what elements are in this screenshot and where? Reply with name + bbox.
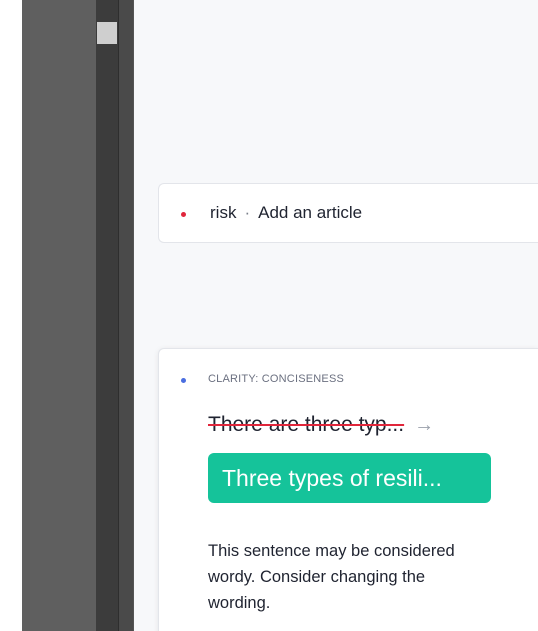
suggestion-card-collapsed[interactable]: risk · Add an article [158,183,538,243]
scrollbar-thumb[interactable] [97,22,117,44]
clarity-dot-icon [181,378,186,383]
flagged-word: risk [210,203,237,222]
panel-divider [118,0,134,631]
editor-gutter [22,0,96,631]
accept-suggestion-button[interactable]: Three types of resili... [208,453,491,503]
suggestion-category: CLARITY: CONCISENESS [208,373,345,385]
suggestions-panel: risk · Add an article CLARITY: CONCISENESS… [134,0,538,631]
scrollbar-track[interactable] [96,0,118,631]
correctness-dot-icon [181,212,186,217]
collapsed-summary: risk · Add an article [210,203,362,223]
suggestion-explanation: This sentence may be considered wordy. C… [208,542,455,612]
arrow-right-icon: → [414,413,435,436]
original-text: There are three typ... [208,413,405,436]
app-window: risk · Add an article CLARITY: CONCISENESS… [0,0,538,631]
suggestion-action: Add an article [258,203,363,222]
suggestion-card-expanded[interactable]: CLARITY: CONCISENESS There are three typ… [158,348,538,631]
window-edge [0,0,22,631]
separator: · [244,203,251,222]
original-text-row: There are three typ... → [208,413,434,437]
